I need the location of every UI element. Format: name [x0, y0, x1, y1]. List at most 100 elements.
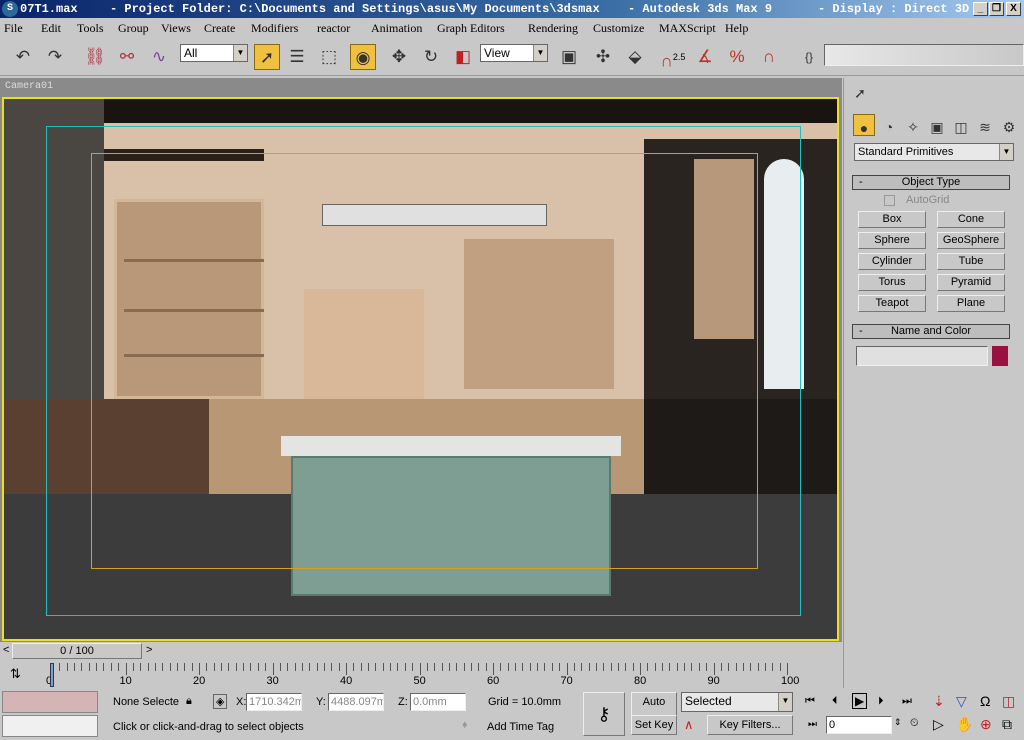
- pyramid-button[interactable]: Pyramid: [937, 274, 1005, 291]
- menu-graph-editors[interactable]: Graph Editors: [437, 18, 505, 38]
- menu-modifiers[interactable]: Modifiers: [251, 18, 298, 38]
- systems-icon[interactable]: ⚙: [998, 114, 1020, 136]
- autogrid-checkbox[interactable]: [884, 195, 895, 206]
- category-dropdown[interactable]: Standard Primitives ▼: [854, 143, 1014, 161]
- menu-file[interactable]: File: [4, 18, 23, 38]
- reference-coordinate-dropdown[interactable]: View ▼: [480, 44, 548, 62]
- set-key-button[interactable]: Set Key: [631, 715, 677, 735]
- shapes-icon[interactable]: ◔: [878, 114, 900, 136]
- menu-reactor[interactable]: reactor: [317, 18, 350, 38]
- viewport-camera01[interactable]: Camera01: [0, 78, 842, 642]
- unlink-icon[interactable]: ⚯: [114, 44, 140, 70]
- selection-filter-dropdown[interactable]: All ▼: [180, 44, 248, 62]
- teapot-button[interactable]: Teapot: [858, 295, 926, 312]
- menu-create[interactable]: Create: [204, 18, 235, 38]
- time-configuration-icon[interactable]: ⏲: [910, 717, 919, 730]
- sphere-button[interactable]: Sphere: [858, 232, 926, 249]
- object-name-input[interactable]: [856, 346, 988, 366]
- angle-snap-icon[interactable]: ∡: [692, 44, 718, 70]
- manipulate-icon[interactable]: ✣: [590, 44, 616, 70]
- bind-space-warp-icon[interactable]: ∿: [146, 44, 172, 70]
- box-button[interactable]: Box: [858, 211, 926, 228]
- close-button[interactable]: X: [1006, 2, 1021, 16]
- lock-icon[interactable]: 🔒︎: [186, 695, 192, 708]
- tube-button[interactable]: Tube: [937, 253, 1005, 270]
- key-mode-dropdown[interactable]: Selected ▼: [681, 692, 793, 712]
- prev-frame-button[interactable]: <: [3, 644, 9, 656]
- x-coordinate-field[interactable]: 1710.342m: [246, 693, 302, 711]
- curve-editor-icon[interactable]: ⇅: [10, 666, 21, 682]
- restore-button[interactable]: ❐: [989, 2, 1004, 16]
- viewport-label[interactable]: Camera01: [5, 81, 53, 92]
- orbit-icon[interactable]: ⊕: [980, 716, 992, 733]
- plane-button[interactable]: Plane: [937, 295, 1005, 312]
- minimize-button[interactable]: _: [973, 2, 988, 16]
- time-slider[interactable]: < 0 / 100 >: [0, 642, 843, 660]
- keyboard-shortcut-icon[interactable]: ⬙: [622, 44, 648, 70]
- rectangular-selection-icon[interactable]: ⬚: [316, 44, 342, 70]
- pivot-center-icon[interactable]: ▣: [556, 44, 582, 70]
- cameras-icon[interactable]: ▣: [926, 114, 948, 136]
- cone-button[interactable]: Cone: [937, 211, 1005, 228]
- maxscript-listener-pink[interactable]: [2, 691, 98, 713]
- time-slider-thumb[interactable]: 0 / 100: [12, 643, 142, 659]
- maximize-viewport-icon[interactable]: ⧉: [1002, 716, 1012, 733]
- play-icon[interactable]: ▶: [852, 693, 868, 709]
- select-object-icon[interactable]: ➚: [254, 44, 280, 70]
- create-tab-icon[interactable]: ➚: [848, 80, 872, 104]
- dolly-icon[interactable]: ▷: [933, 716, 944, 733]
- next-frame-button[interactable]: >: [146, 644, 152, 656]
- timeline-ruler[interactable]: 0102030405060708090100: [46, 663, 799, 689]
- lights-icon[interactable]: ✧: [902, 114, 924, 136]
- tangent-icon[interactable]: ∧: [684, 717, 694, 733]
- next-frame-icon[interactable]: ⏵: [878, 695, 884, 708]
- percent-snap-icon[interactable]: %: [724, 44, 750, 70]
- undo-icon[interactable]: ↶: [10, 44, 36, 70]
- name-and-color-rollout[interactable]: - Name and Color: [852, 324, 1010, 339]
- object-color-swatch[interactable]: [992, 346, 1008, 366]
- edit-named-selection-icon[interactable]: {}: [796, 44, 822, 70]
- key-filters-button[interactable]: Key Filters...: [707, 715, 793, 735]
- field-of-view-icon[interactable]: Ω: [980, 693, 990, 709]
- y-coordinate-field[interactable]: 4488.097m: [328, 693, 384, 711]
- app-icon[interactable]: S: [2, 1, 18, 17]
- add-time-tag[interactable]: Add Time Tag: [487, 721, 554, 733]
- key-mode-toggle-icon[interactable]: ⏭: [808, 719, 817, 730]
- select-by-name-icon[interactable]: ☰: [284, 44, 310, 70]
- named-selection-input[interactable]: [824, 44, 1024, 66]
- go-to-start-icon[interactable]: ⏮: [805, 695, 815, 708]
- menu-views[interactable]: Views: [161, 18, 191, 38]
- menu-maxscript[interactable]: MAXScript: [659, 18, 716, 38]
- menu-edit[interactable]: Edit: [41, 18, 61, 38]
- zoom-all-icon[interactable]: ▽: [956, 693, 967, 710]
- key-icon[interactable]: ⚷: [583, 692, 625, 736]
- snap-toggle-icon[interactable]: ∩2.5: [660, 44, 686, 71]
- menu-customize[interactable]: Customize: [593, 18, 644, 38]
- torus-button[interactable]: Torus: [858, 274, 926, 291]
- menu-rendering[interactable]: Rendering: [528, 18, 578, 38]
- menu-group[interactable]: Group: [118, 18, 149, 38]
- geometry-icon[interactable]: ●: [853, 114, 875, 136]
- menu-animation[interactable]: Animation: [371, 18, 422, 38]
- menu-tools[interactable]: Tools: [77, 18, 104, 38]
- spinner-snap-icon[interactable]: ∩: [756, 44, 782, 70]
- frame-spinner-icon[interactable]: ⇕: [894, 717, 902, 728]
- current-frame-field[interactable]: 0: [826, 716, 892, 734]
- maxscript-listener-white[interactable]: [2, 715, 98, 737]
- absolute-mode-icon[interactable]: ◈: [213, 694, 228, 709]
- z-coordinate-field[interactable]: 0.0mm: [410, 693, 466, 711]
- window-crossing-icon[interactable]: ◉: [350, 44, 376, 70]
- zoom-icon[interactable]: ⇣: [933, 693, 945, 710]
- pan-icon[interactable]: ✋: [956, 716, 973, 733]
- current-frame-marker[interactable]: [50, 663, 54, 687]
- move-icon[interactable]: ✥: [386, 44, 412, 70]
- zoom-extents-icon[interactable]: ◫: [1002, 693, 1015, 710]
- go-to-end-icon[interactable]: ⏭: [902, 695, 912, 708]
- object-type-rollout[interactable]: - Object Type: [852, 175, 1010, 190]
- geosphere-button[interactable]: GeoSphere: [937, 232, 1005, 249]
- previous-frame-icon[interactable]: ⏴: [832, 695, 838, 708]
- menu-help[interactable]: Help: [725, 18, 748, 38]
- redo-icon[interactable]: ↷: [42, 44, 68, 70]
- helpers-icon[interactable]: ◫: [950, 114, 972, 136]
- select-and-link-icon[interactable]: ⛓: [82, 44, 108, 70]
